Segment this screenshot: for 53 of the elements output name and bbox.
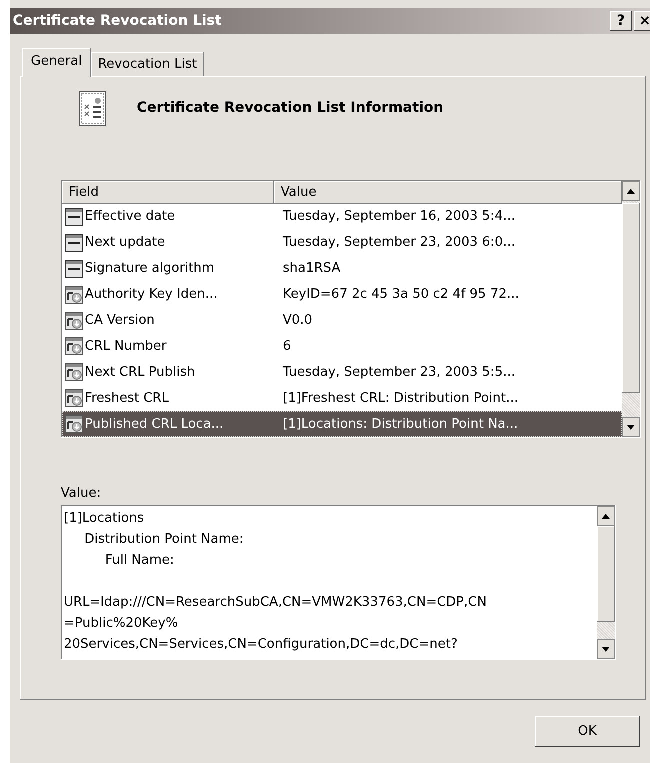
table-cell: 6 (283, 338, 292, 354)
table-cell: CA Version (85, 313, 155, 328)
list-row[interactable]: Next CRL Publish Tuesday, September 23, 2003 5:5... (62, 359, 622, 386)
extension-icon (65, 389, 83, 408)
list-row[interactable]: Published CRL Loca... [1]Locations: Distribution Point Na... (62, 411, 622, 438)
close-button[interactable]: × (634, 11, 650, 31)
section-heading: Certificate Revocation List Information (137, 100, 444, 116)
extension-icon (65, 415, 83, 434)
field-label: Value: (61, 486, 102, 501)
scroll-thumb[interactable] (622, 202, 640, 393)
extension-icon (65, 286, 83, 304)
value-box[interactable]: [1]Locations Distribution Point Name: Full Name: URL=ldap:///CN=ResearchSubCA,CN=VMW2K33763,CN=CDP,CN =Public%20Key% 20Services,CN=Services,CN=Configuration,DC=dc,DC=net? (61, 505, 616, 660)
table-cell: CRL Number (85, 338, 167, 354)
table-cell: KeyID=67 2c 45 3a 50 c2 4f 95 72... (283, 287, 520, 302)
list-row[interactable]: CA Version V0.0 (62, 308, 622, 334)
extension-icon (65, 337, 83, 356)
field-icon (65, 208, 83, 226)
column-header[interactable]: Field (62, 181, 274, 204)
table-cell: [1]Locations: Distribution Point Na... (283, 416, 518, 432)
tab[interactable]: Revocation List (91, 52, 204, 76)
table-cell: Authority Key Iden... (85, 287, 218, 302)
list-row[interactable]: Authority Key Iden... KeyID=67 2c 45 3a 50 c2 4f 95 72... (62, 282, 622, 308)
table-cell: Signature algorithm (85, 261, 215, 276)
scroll-up-icon (597, 506, 615, 526)
list-row[interactable]: Signature algorithm sha1RSA (62, 256, 622, 282)
scroll-thumb[interactable] (597, 526, 615, 622)
table-cell: Tuesday, September 23, 2003 5:5... (283, 364, 516, 380)
scroll-down-icon (597, 639, 615, 659)
window-title: Certificate Revocation List (13, 13, 222, 29)
table-cell: Tuesday, September 16, 2003 5:4... (283, 209, 516, 224)
list-row[interactable]: Effective date Tuesday, September 16, 2003 5:4... (62, 204, 622, 230)
table-cell: sha1RSA (283, 261, 341, 276)
table-cell: Tuesday, September 23, 2003 6:0... (283, 235, 516, 250)
help-button[interactable]: ? (610, 11, 632, 31)
table-cell: Next CRL Publish (85, 364, 196, 380)
table-cell: Published CRL Loca... (85, 416, 224, 432)
list-row[interactable]: CRL Number 6 (62, 333, 622, 360)
field-icon (65, 234, 83, 252)
column-header[interactable]: Value (274, 181, 622, 204)
table-cell: [1]Freshest CRL: Distribution Point... (283, 390, 519, 406)
table-cell: Freshest CRL (85, 390, 169, 406)
value-text: [1]Locations Distribution Point Name: Full Name: URL=ldap:///CN=ResearchSubCA,CN=VMW2K33763,CN=CDP,CN =Public%20Key% 20Services,CN=Services,CN=Configuration,DC=dc,DC=net? (63, 510, 488, 654)
certificate-icon (79, 91, 107, 127)
table-cell: Effective date (85, 209, 176, 224)
table-cell: Next update (85, 235, 166, 250)
table-cell: V0.0 (283, 313, 313, 328)
list-row[interactable]: Next update Tuesday, September 23, 2003 6:0... (62, 230, 622, 256)
list-row[interactable]: Freshest CRL [1]Freshest CRL: Distribution Point... (62, 385, 622, 412)
tab[interactable]: General (22, 48, 92, 77)
field-icon (65, 260, 83, 278)
extension-icon (65, 363, 83, 382)
ok-button[interactable]: OK (535, 716, 640, 747)
extension-icon (65, 312, 83, 330)
